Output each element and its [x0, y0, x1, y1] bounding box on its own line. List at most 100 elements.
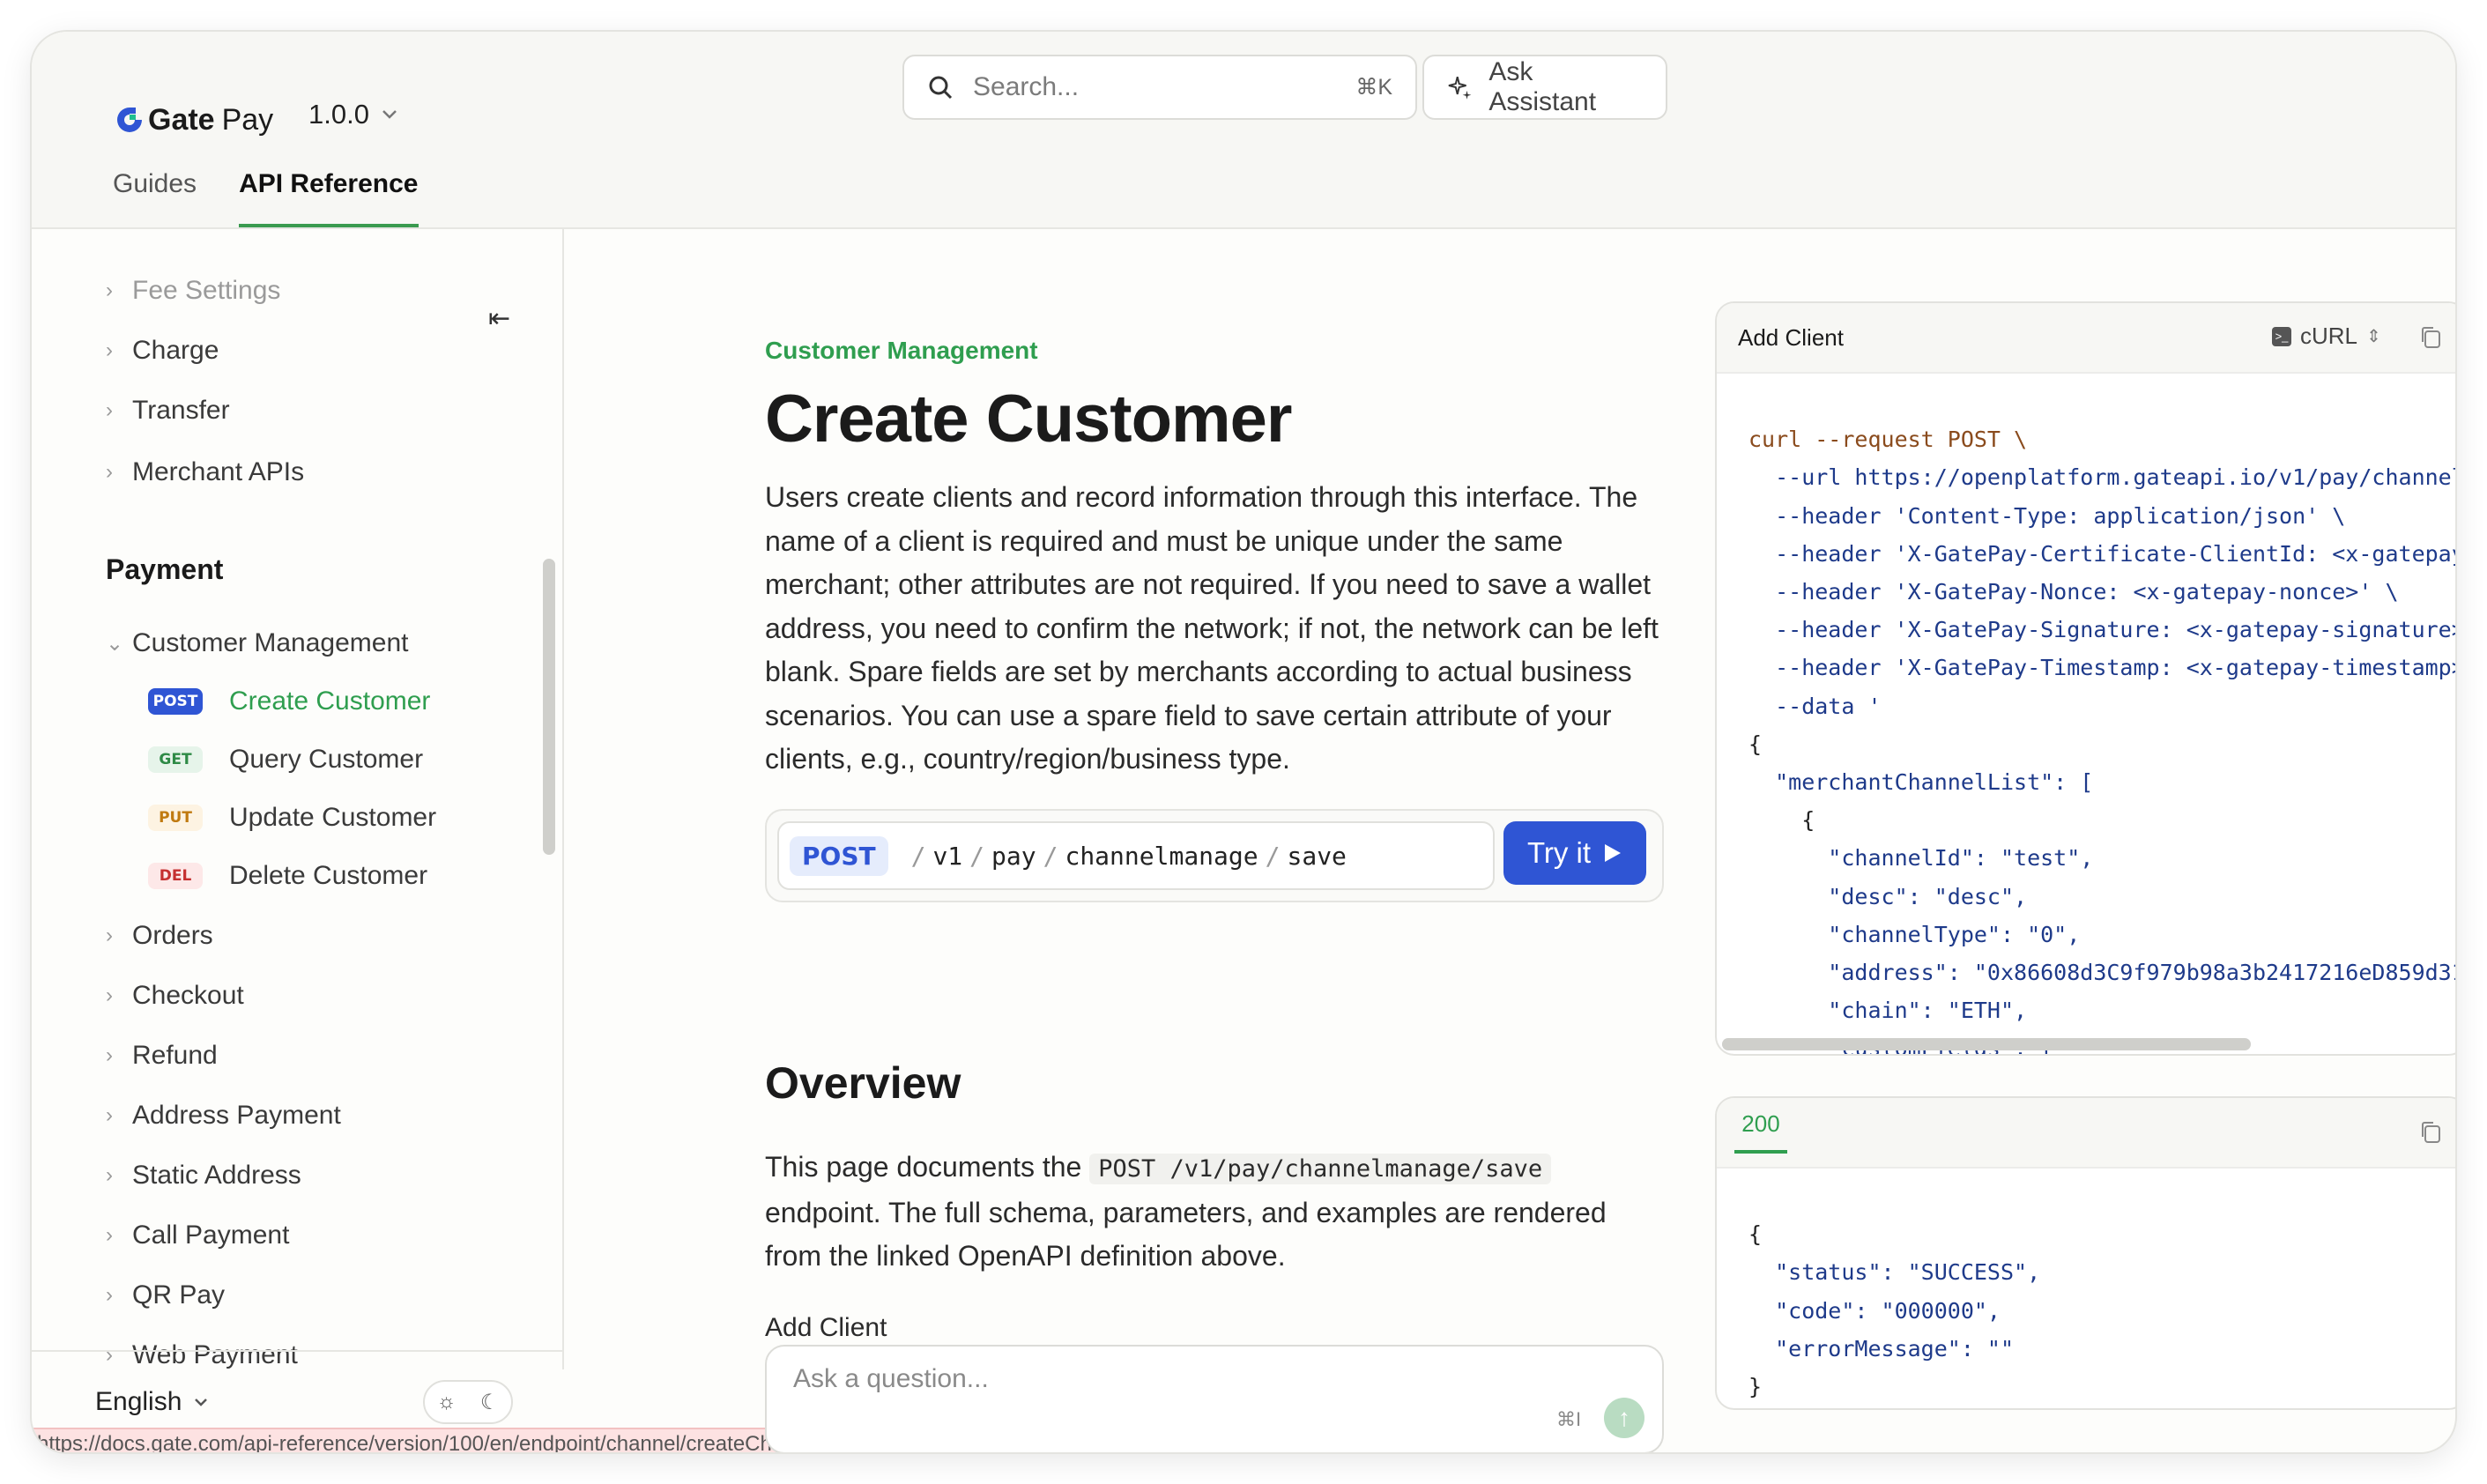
sidebar-item-label: Charge [132, 336, 219, 365]
sidebar-item-label: Update Customer [229, 803, 437, 832]
sidebar-item-transfer[interactable]: › Transfer [106, 391, 230, 430]
ask-question-placeholder: Ask a question... [793, 1364, 989, 1393]
sidebar-item-label: Fee Settings [132, 276, 281, 305]
sidebar-item-static-address[interactable]: › Static Address [106, 1156, 301, 1195]
sidebar-item-checkout[interactable]: › Checkout [106, 976, 244, 1015]
code-line: "address": "0x86608d3C9f979b98a3b2417216… [1748, 960, 2455, 986]
sidebar-item-create-customer[interactable]: POST Create Customer [148, 682, 430, 721]
theme-toggle[interactable]: ☼ ☾ [423, 1380, 513, 1424]
response-code-block[interactable]: { "status": "SUCCESS", "code": "000000",… [1717, 1169, 2455, 1406]
code-line: { [1748, 1221, 1763, 1248]
sidebar-item-label: Static Address [132, 1161, 301, 1190]
play-icon [1605, 844, 1622, 862]
language-label: English [95, 1387, 182, 1416]
path-segment: pay [991, 841, 1036, 871]
request-code-panel: Add Client >_ cURL ⇕ curl --request POST… [1715, 301, 2455, 1056]
search-icon [929, 76, 953, 100]
status-code-tab[interactable]: 200 [1734, 1110, 1787, 1154]
overview-heading: Overview [765, 1058, 961, 1108]
path-separator: / [1043, 841, 1058, 871]
chevron-right-icon: › [106, 1163, 113, 1187]
request-panel-header: Add Client >_ cURL ⇕ [1717, 303, 2455, 374]
code-line: --header 'X-GatePay-Signature: <x-gatepa… [1748, 617, 2455, 643]
sidebar-item-label: Call Payment [132, 1221, 290, 1250]
sidebar-item-label: Delete Customer [229, 861, 428, 890]
chevron-right-icon: › [106, 460, 113, 484]
chevron-down-icon [382, 110, 397, 119]
sidebar-group-customer-management[interactable]: ⌄ Customer Management [106, 624, 408, 663]
sidebar-section-payment: Payment [106, 553, 224, 585]
path-separator: / [910, 841, 926, 871]
search-bar[interactable]: Search... ⌘K [902, 55, 1417, 120]
sidebar-item-delete-customer[interactable]: DEL Delete Customer [148, 857, 427, 895]
sidebar-item-qr-pay[interactable]: › QR Pay [106, 1276, 225, 1315]
sidebar-item-charge[interactable]: › Charge [106, 331, 219, 370]
copy-icon[interactable] [2420, 1121, 2441, 1144]
ask-assistant-label: Ask Assistant [1488, 57, 1597, 116]
code-line: --header 'X-GatePay-Nonce: <x-gatepay-no… [1748, 579, 2399, 605]
request-code-block[interactable]: curl --request POST \ --url https://open… [1717, 374, 2455, 1054]
sidebar-item-orders[interactable]: › Orders [106, 916, 213, 955]
code-language-select[interactable]: >_ cURL ⇕ [2272, 323, 2381, 350]
sidebar-item-call-payment[interactable]: › Call Payment [106, 1216, 289, 1255]
code-line: --header 'X-GatePay-Timestamp: <x-gatepa… [1748, 655, 2455, 681]
sidebar-item-label: Query Customer [229, 745, 424, 774]
code-line: --data ' [1748, 693, 1882, 719]
tab-api-reference[interactable]: API Reference [239, 169, 419, 227]
add-client-label: Add Client [765, 1313, 887, 1342]
breadcrumb[interactable]: Customer Management [765, 337, 1038, 365]
collapse-sidebar-icon[interactable]: ⇤ [488, 303, 510, 334]
tab-guides[interactable]: Guides [113, 169, 197, 224]
send-arrow-icon[interactable]: ↑ [1604, 1398, 1644, 1438]
sidebar-item-label: Customer Management [132, 628, 409, 657]
brand-suffix: Pay [221, 102, 274, 137]
sidebar-item-query-customer[interactable]: GET Query Customer [148, 740, 423, 779]
sun-icon[interactable]: ☼ [437, 1390, 457, 1414]
sidebar-item-fee-settings[interactable]: › Fee Settings [106, 271, 280, 310]
sidebar-item-label: QR Pay [132, 1280, 226, 1310]
version-select[interactable]: 1.0.0 [308, 99, 397, 130]
page-title: Create Customer [765, 382, 1292, 456]
endpoint-bar: POST / v1 /pay / channelmanage / save Try i… [765, 809, 1664, 902]
code-line: "status": "SUCCESS", [1748, 1259, 2041, 1286]
sidebar-item-update-customer[interactable]: PUT Update Customer [148, 798, 436, 837]
request-panel-title: Add Client [1738, 324, 1844, 351]
terminal-icon: >_ [2272, 326, 2291, 346]
endpoint-path[interactable]: POST / v1 /pay / channelmanage / save [777, 821, 1495, 890]
sidebar-scrollbar[interactable] [543, 559, 555, 855]
sidebar-item-merchant-apis[interactable]: › Merchant APIs [106, 453, 304, 492]
try-it-button[interactable]: Try it [1503, 821, 1646, 885]
code-line: --header 'X-GatePay-Certificate-ClientId… [1748, 540, 2455, 567]
search-placeholder: Search... [973, 72, 1080, 101]
chevron-down-icon [195, 1399, 208, 1406]
sparkle-icon [1448, 77, 1472, 100]
method-badge: POST [148, 688, 203, 715]
chevron-down-icon: ⌄ [106, 631, 124, 656]
sidebar-item-label: Checkout [132, 981, 244, 1010]
method-badge: DEL [148, 863, 203, 889]
copy-icon[interactable] [2420, 326, 2441, 349]
code-line: { [1748, 807, 1815, 834]
moon-icon[interactable]: ☾ [480, 1390, 500, 1415]
code-line: "channelId": "test", [1748, 845, 2094, 872]
overview-text: This page documents the POST /v1/pay/cha… [765, 1146, 1664, 1279]
path-separator: / [969, 841, 985, 871]
code-line: } [1748, 1374, 1763, 1400]
chevron-right-icon: › [106, 924, 113, 947]
response-panel-header: 200 [1717, 1098, 2455, 1169]
search-shortcut: ⌘K [1355, 75, 1392, 100]
code-horizontal-scrollbar[interactable] [1722, 1038, 2251, 1050]
chevron-right-icon: › [106, 1223, 113, 1247]
code-language-label: cURL [2300, 323, 2358, 349]
chevron-right-icon: › [106, 1043, 113, 1067]
ask-question-input[interactable]: Ask a question... ⌘I ↑ [765, 1345, 1664, 1452]
ask-assistant-button[interactable]: Ask Assistant [1422, 55, 1667, 120]
chevron-right-icon: › [106, 338, 113, 362]
sidebar-item-refund[interactable]: › Refund [106, 1036, 218, 1075]
path-segment: save [1287, 841, 1347, 871]
sidebar-item-address-payment[interactable]: › Address Payment [106, 1096, 341, 1135]
code-line: { [1748, 731, 1763, 757]
code-line: "merchantChannelList": [ [1748, 769, 2094, 796]
language-select[interactable]: English [95, 1387, 208, 1417]
gate-pay-logo[interactable]: Gate Pay [115, 100, 273, 139]
